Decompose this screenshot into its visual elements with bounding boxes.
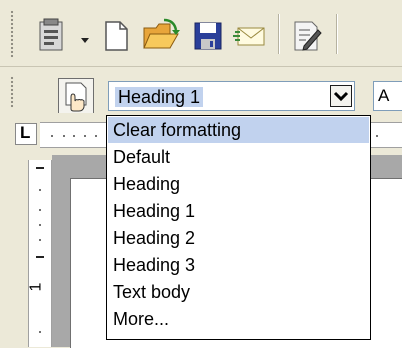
- edit-document-icon: [294, 21, 322, 51]
- toolbar-separator: [278, 14, 280, 54]
- style-option-clear-formatting[interactable]: Clear formatting: [108, 117, 369, 143]
- standard-toolbar: [0, 0, 402, 67]
- style-option-text-body[interactable]: Text body: [108, 279, 369, 305]
- insert-fields-icon: [39, 18, 63, 51]
- insert-fields-button[interactable]: [36, 18, 72, 54]
- open-button[interactable]: [142, 18, 182, 52]
- toolbar-separator: [336, 14, 338, 54]
- style-dropdown-button[interactable]: [330, 85, 352, 107]
- font-name-value[interactable]: A: [378, 86, 389, 106]
- vertical-ruler-ticks-icon: [36, 167, 44, 333]
- toolbar-grip[interactable]: [10, 76, 14, 108]
- paragraph-style-value[interactable]: Heading 1: [115, 87, 204, 107]
- insert-fields-dropdown-arrow[interactable]: [80, 32, 90, 43]
- open-folder-icon: [143, 18, 180, 49]
- vertical-ruler-label: 1: [27, 282, 45, 292]
- save-icon: [194, 22, 222, 50]
- paragraph-style-combobox[interactable]: Heading 1: [108, 81, 355, 111]
- email-icon: [233, 27, 265, 46]
- save-button[interactable]: [192, 20, 224, 52]
- chevron-down-icon: [333, 91, 349, 102]
- paragraph-style-dropdown-list: Clear formatting Default Heading Heading…: [106, 115, 371, 340]
- tab-stop-selector[interactable]: L: [15, 123, 37, 145]
- font-name-combobox[interactable]: A: [373, 81, 402, 111]
- style-option-heading-3[interactable]: Heading 3: [108, 252, 369, 278]
- styles-formatting-button[interactable]: [58, 78, 94, 114]
- edit-file-button[interactable]: [290, 20, 322, 52]
- style-option-more[interactable]: More...: [108, 306, 369, 332]
- style-option-heading-1[interactable]: Heading 1: [108, 198, 369, 224]
- email-button[interactable]: [232, 22, 268, 50]
- chevron-down-icon: [81, 38, 89, 43]
- vertical-ruler[interactable]: 1: [27, 160, 52, 347]
- new-document-button[interactable]: [100, 20, 132, 52]
- toolbar-grip[interactable]: [10, 10, 14, 58]
- styles-hand-icon: [65, 82, 87, 112]
- style-option-heading-2[interactable]: Heading 2: [108, 225, 369, 251]
- tab-type-label: L: [20, 123, 31, 142]
- style-option-default[interactable]: Default: [108, 144, 369, 170]
- style-option-heading[interactable]: Heading: [108, 171, 369, 197]
- new-document-icon: [105, 21, 128, 51]
